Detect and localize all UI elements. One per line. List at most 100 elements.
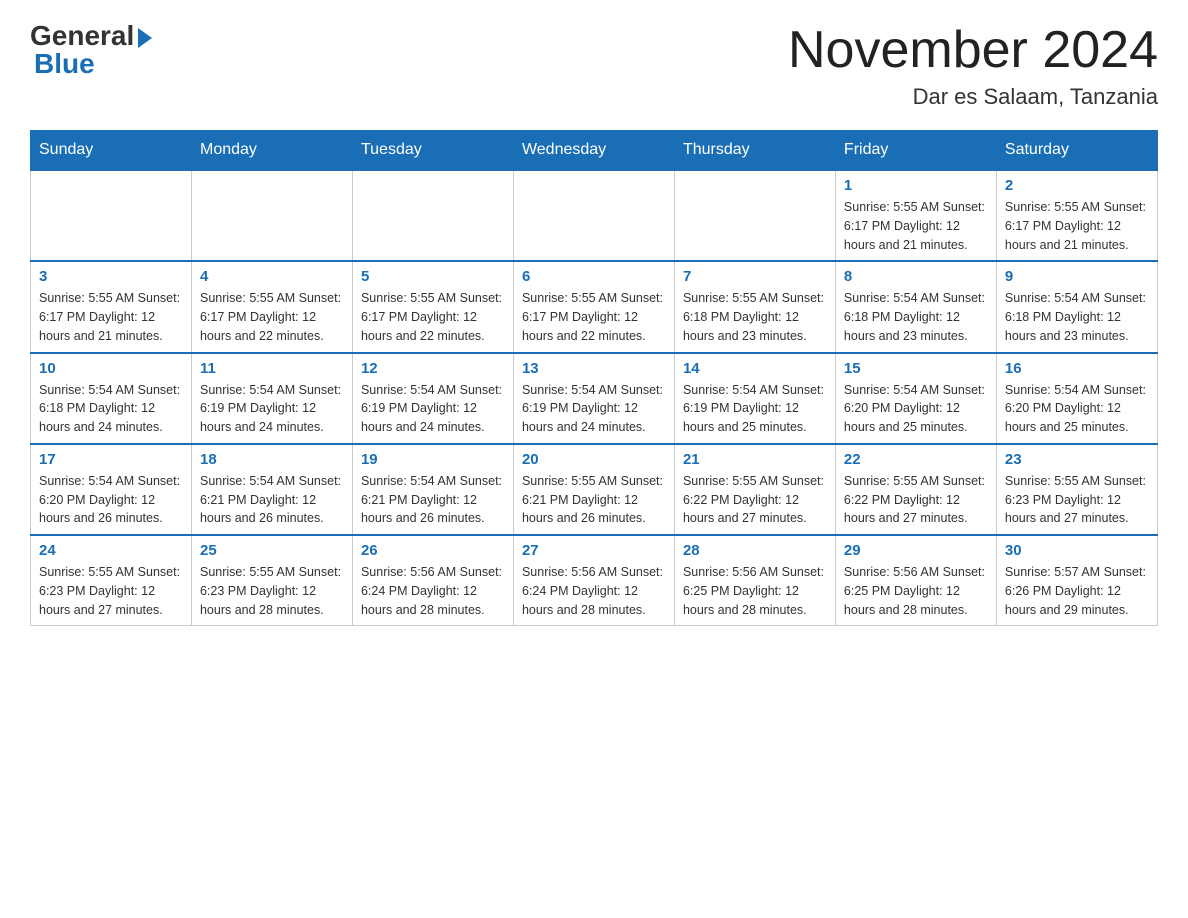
calendar-cell: 28 Sunrise: 5:56 AM Sunset: 6:25 PM Dayli… [674, 535, 835, 626]
calendar-cell [674, 170, 835, 261]
day-info: Sunrise: 5:54 AM Sunset: 6:20 PM Dayligh… [844, 381, 988, 437]
calendar-cell: 12Sunrise: 5:54 AM Sunset: 6:19 PM Dayli… [352, 353, 513, 444]
col-header-friday: Friday [835, 131, 996, 171]
calendar-cell: 27 Sunrise: 5:56 AM Sunset: 6:24 PM Dayli… [513, 535, 674, 626]
day-info: Sunrise: 5:56 AM Sunset: 6:25 PM Dayligh… [844, 563, 988, 619]
day-info: Sunrise: 5:54 AM Sunset: 6:21 PM Dayligh… [361, 472, 505, 528]
calendar-cell [513, 170, 674, 261]
day-info: Sunrise: 5:55 AM Sunset: 6:22 PM Dayligh… [683, 472, 827, 528]
day-number: 8 [844, 268, 988, 285]
calendar-cell: 2 Sunrise: 5:55 AM Sunset: 6:17 PM Daylig… [996, 170, 1157, 261]
calendar-cell: 9 Sunrise: 5:54 AM Sunset: 6:18 PM Daylig… [996, 261, 1157, 352]
calendar-cell: 29 Sunrise: 5:56 AM Sunset: 6:25 PM Dayli… [835, 535, 996, 626]
calendar-cell: 15 Sunrise: 5:54 AM Sunset: 6:20 PM Dayli… [835, 353, 996, 444]
day-info: Sunrise: 5:54 AM Sunset: 6:19 PM Dayligh… [522, 381, 666, 437]
calendar-week-row: 3Sunrise: 5:55 AM Sunset: 6:17 PM Daylig… [31, 261, 1158, 352]
calendar-cell [191, 170, 352, 261]
day-number: 18 [200, 451, 344, 468]
calendar-cell: 19 Sunrise: 5:54 AM Sunset: 6:21 PM Dayli… [352, 444, 513, 535]
day-number: 19 [361, 451, 505, 468]
day-info: Sunrise: 5:54 AM Sunset: 6:18 PM Dayligh… [844, 289, 988, 345]
day-number: 21 [683, 451, 827, 468]
col-header-sunday: Sunday [31, 131, 192, 171]
day-info: Sunrise: 5:54 AM Sunset: 6:20 PM Dayligh… [39, 472, 183, 528]
day-number: 11 [200, 360, 344, 377]
day-info: Sunrise: 5:54 AM Sunset: 6:18 PM Dayligh… [39, 381, 183, 437]
calendar-cell: 18Sunrise: 5:54 AM Sunset: 6:21 PM Dayli… [191, 444, 352, 535]
calendar-cell: 3Sunrise: 5:55 AM Sunset: 6:17 PM Daylig… [31, 261, 192, 352]
day-number: 16 [1005, 360, 1149, 377]
day-info: Sunrise: 5:55 AM Sunset: 6:23 PM Dayligh… [200, 563, 344, 619]
day-number: 23 [1005, 451, 1149, 468]
day-info: Sunrise: 5:56 AM Sunset: 6:25 PM Dayligh… [683, 563, 827, 619]
day-info: Sunrise: 5:55 AM Sunset: 6:17 PM Dayligh… [39, 289, 183, 345]
day-info: Sunrise: 5:57 AM Sunset: 6:26 PM Dayligh… [1005, 563, 1149, 619]
calendar-cell: 13Sunrise: 5:54 AM Sunset: 6:19 PM Dayli… [513, 353, 674, 444]
day-number: 15 [844, 360, 988, 377]
day-number: 4 [200, 268, 344, 285]
day-info: Sunrise: 5:54 AM Sunset: 6:19 PM Dayligh… [200, 381, 344, 437]
day-info: Sunrise: 5:55 AM Sunset: 6:18 PM Dayligh… [683, 289, 827, 345]
logo-blue-text: Blue [30, 48, 95, 80]
logo: General Blue [30, 20, 152, 80]
day-number: 10 [39, 360, 183, 377]
calendar-cell: 6Sunrise: 5:55 AM Sunset: 6:17 PM Daylig… [513, 261, 674, 352]
day-number: 22 [844, 451, 988, 468]
calendar-cell: 30 Sunrise: 5:57 AM Sunset: 6:26 PM Dayli… [996, 535, 1157, 626]
col-header-saturday: Saturday [996, 131, 1157, 171]
day-info: Sunrise: 5:54 AM Sunset: 6:18 PM Dayligh… [1005, 289, 1149, 345]
day-number: 20 [522, 451, 666, 468]
day-info: Sunrise: 5:54 AM Sunset: 6:20 PM Dayligh… [1005, 381, 1149, 437]
day-info: Sunrise: 5:54 AM Sunset: 6:19 PM Dayligh… [683, 381, 827, 437]
day-info: Sunrise: 5:56 AM Sunset: 6:24 PM Dayligh… [361, 563, 505, 619]
calendar-table: SundayMondayTuesdayWednesdayThursdayFrid… [30, 130, 1158, 626]
day-info: Sunrise: 5:55 AM Sunset: 6:23 PM Dayligh… [1005, 472, 1149, 528]
location-title: Dar es Salaam, Tanzania [788, 84, 1158, 110]
day-number: 27 [522, 542, 666, 559]
day-number: 17 [39, 451, 183, 468]
calendar-week-row: 1 Sunrise: 5:55 AM Sunset: 6:17 PM Daylig… [31, 170, 1158, 261]
day-info: Sunrise: 5:55 AM Sunset: 6:21 PM Dayligh… [522, 472, 666, 528]
calendar-cell: 23 Sunrise: 5:55 AM Sunset: 6:23 PM Dayli… [996, 444, 1157, 535]
col-header-tuesday: Tuesday [352, 131, 513, 171]
day-number: 14 [683, 360, 827, 377]
calendar-cell: 14 Sunrise: 5:54 AM Sunset: 6:19 PM Dayli… [674, 353, 835, 444]
calendar-week-row: 24 Sunrise: 5:55 AM Sunset: 6:23 PM Dayli… [31, 535, 1158, 626]
calendar-cell: 11 Sunrise: 5:54 AM Sunset: 6:19 PM Dayli… [191, 353, 352, 444]
calendar-cell: 22 Sunrise: 5:55 AM Sunset: 6:22 PM Dayli… [835, 444, 996, 535]
day-number: 26 [361, 542, 505, 559]
calendar-cell: 5 Sunrise: 5:55 AM Sunset: 6:17 PM Daylig… [352, 261, 513, 352]
day-info: Sunrise: 5:55 AM Sunset: 6:17 PM Dayligh… [844, 198, 988, 254]
logo-arrow-icon [138, 28, 152, 48]
calendar-cell [352, 170, 513, 261]
calendar-cell: 1 Sunrise: 5:55 AM Sunset: 6:17 PM Daylig… [835, 170, 996, 261]
calendar-week-row: 17 Sunrise: 5:54 AM Sunset: 6:20 PM Dayli… [31, 444, 1158, 535]
day-number: 30 [1005, 542, 1149, 559]
day-number: 12 [361, 360, 505, 377]
day-number: 1 [844, 177, 988, 194]
day-number: 6 [522, 268, 666, 285]
day-info: Sunrise: 5:56 AM Sunset: 6:24 PM Dayligh… [522, 563, 666, 619]
day-info: Sunrise: 5:55 AM Sunset: 6:17 PM Dayligh… [361, 289, 505, 345]
calendar-cell: 21 Sunrise: 5:55 AM Sunset: 6:22 PM Dayli… [674, 444, 835, 535]
day-info: Sunrise: 5:55 AM Sunset: 6:22 PM Dayligh… [844, 472, 988, 528]
col-header-wednesday: Wednesday [513, 131, 674, 171]
day-number: 9 [1005, 268, 1149, 285]
day-info: Sunrise: 5:55 AM Sunset: 6:23 PM Dayligh… [39, 563, 183, 619]
calendar-cell: 10 Sunrise: 5:54 AM Sunset: 6:18 PM Dayli… [31, 353, 192, 444]
day-number: 7 [683, 268, 827, 285]
calendar-week-row: 10 Sunrise: 5:54 AM Sunset: 6:18 PM Dayli… [31, 353, 1158, 444]
calendar-cell: 20 Sunrise: 5:55 AM Sunset: 6:21 PM Dayli… [513, 444, 674, 535]
calendar-cell: 8 Sunrise: 5:54 AM Sunset: 6:18 PM Daylig… [835, 261, 996, 352]
col-header-thursday: Thursday [674, 131, 835, 171]
day-number: 5 [361, 268, 505, 285]
day-number: 29 [844, 542, 988, 559]
calendar-cell: 24 Sunrise: 5:55 AM Sunset: 6:23 PM Dayli… [31, 535, 192, 626]
day-number: 2 [1005, 177, 1149, 194]
day-number: 24 [39, 542, 183, 559]
day-info: Sunrise: 5:55 AM Sunset: 6:17 PM Dayligh… [1005, 198, 1149, 254]
day-number: 28 [683, 542, 827, 559]
calendar-cell: 7 Sunrise: 5:55 AM Sunset: 6:18 PM Daylig… [674, 261, 835, 352]
title-area: November 2024 Dar es Salaam, Tanzania [788, 20, 1158, 110]
col-header-monday: Monday [191, 131, 352, 171]
